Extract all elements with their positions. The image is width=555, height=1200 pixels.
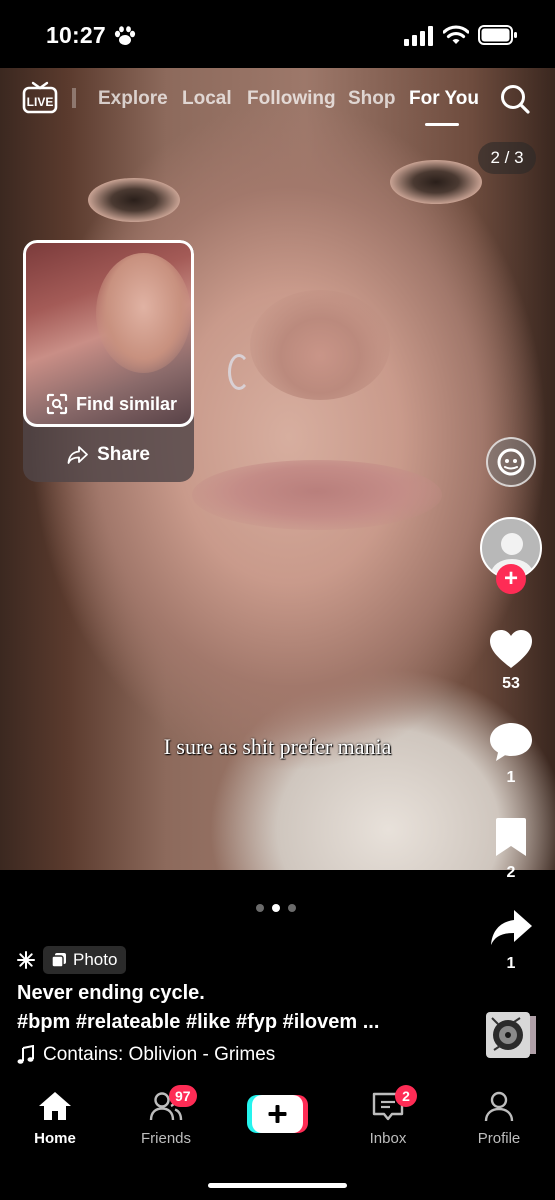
find-similar-popup: Find similar Share [23, 240, 194, 482]
share-count: 1 [506, 955, 516, 972]
find-similar-button[interactable]: Find similar [46, 393, 177, 415]
active-tab-indicator [425, 123, 459, 126]
follow-button[interactable]: + [496, 564, 526, 594]
effect-button[interactable] [486, 437, 536, 487]
svg-text:LIVE: LIVE [27, 95, 54, 109]
tab-home[interactable]: Home [10, 1090, 100, 1147]
friends-badge: 97 [169, 1085, 197, 1107]
profile-icon [484, 1091, 514, 1122]
tab-following[interactable]: Following [247, 88, 336, 110]
tab-home-label: Home [34, 1130, 76, 1147]
paw-icon [114, 26, 136, 45]
create-post-button[interactable] [247, 1095, 308, 1133]
photo-eye-left [88, 178, 180, 222]
music-note-icon [17, 1045, 34, 1064]
sparkle-icon [17, 951, 35, 969]
home-icon [39, 1092, 71, 1120]
photo-page-dots [256, 904, 296, 912]
face-effect-icon [497, 448, 525, 476]
nav-fade-indicator [72, 88, 76, 108]
photo-nose [250, 290, 390, 400]
photo-badge: Photo [43, 946, 127, 974]
tab-friends[interactable]: Friends 97 [121, 1085, 211, 1147]
status-time: 10:27 [46, 22, 106, 48]
sound-label: Contains: Oblivion - Grimes [43, 1044, 276, 1065]
share-arrow-icon [67, 446, 88, 464]
music-disc-icon[interactable] [484, 1010, 540, 1060]
photo-caption-overlay: I sure as shit prefer mania [163, 734, 392, 759]
live-icon[interactable]: LIVE [22, 80, 58, 116]
find-similar-thumbnail[interactable]: Find similar [23, 240, 194, 427]
photo-lips [192, 460, 442, 530]
page-dot-active [272, 904, 280, 912]
find-similar-label: Find similar [76, 393, 178, 414]
tab-profile[interactable]: Profile [454, 1090, 544, 1147]
search-icon[interactable] [499, 83, 531, 115]
battery-icon [478, 25, 517, 45]
post-type-row: Photo [17, 946, 127, 974]
post-hashtags[interactable]: #bpm #relateable #like #fyp #ilovem ... [17, 1011, 379, 1034]
comment-count: 1 [506, 769, 516, 786]
photo-nose-ring [228, 354, 250, 390]
page-dot [288, 904, 296, 912]
heart-icon [490, 630, 532, 668]
tab-profile-label: Profile [477, 1130, 521, 1147]
photo-counter: 2 / 3 [478, 142, 536, 174]
share-forward-icon [491, 910, 532, 945]
tab-explore[interactable]: Explore [98, 88, 168, 110]
photo-badge-label: Photo [73, 950, 118, 969]
home-indicator [208, 1183, 347, 1188]
wifi-icon [443, 25, 469, 44]
inbox-badge: 2 [395, 1085, 417, 1107]
photo-eye-right [390, 160, 482, 204]
bookmark-icon [496, 818, 526, 856]
tab-inbox-label: Inbox [369, 1130, 407, 1147]
favorite-count: 2 [506, 864, 516, 881]
comment-button[interactable]: 1 [486, 720, 536, 787]
like-button[interactable]: 53 [486, 628, 536, 693]
sound-link[interactable]: Contains: Oblivion - Grimes [17, 1044, 275, 1066]
share-button[interactable]: Share [23, 434, 194, 476]
photo-stack-icon [51, 953, 66, 968]
share-label: Share [97, 444, 150, 465]
tab-for-you[interactable]: For You [409, 88, 479, 110]
like-count: 53 [502, 675, 520, 692]
tab-inbox[interactable]: Inbox 2 [343, 1085, 433, 1147]
tab-local[interactable]: Local [182, 88, 232, 110]
cellular-signal-icon [404, 26, 433, 46]
share-post-button[interactable]: 1 [486, 906, 536, 973]
page-dot [256, 904, 264, 912]
avatar-head [501, 533, 523, 555]
tab-shop[interactable]: Shop [348, 88, 396, 110]
tab-friends-label: Friends [140, 1130, 192, 1147]
thumbnail-face [96, 253, 191, 373]
favorite-button[interactable]: 2 [486, 815, 536, 882]
scan-icon [46, 393, 68, 415]
post-title: Never ending cycle. [17, 982, 205, 1004]
comment-bubble-icon [490, 723, 532, 761]
